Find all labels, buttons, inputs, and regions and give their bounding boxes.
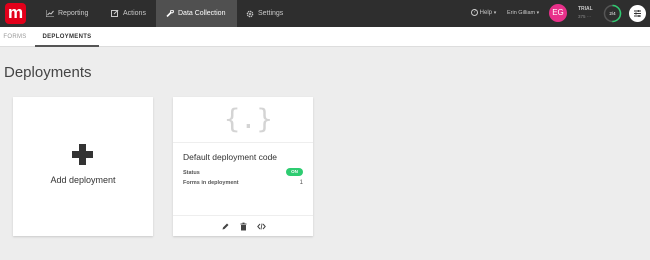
pencil-icon[interactable] (221, 222, 230, 231)
status-toggle[interactable]: ON (286, 168, 303, 176)
gear-icon (246, 10, 254, 17)
question-icon: ? (471, 8, 478, 16)
tab-deployments[interactable]: DEPLOYMENTS (35, 27, 99, 47)
help-menu[interactable]: ? Help ▾ (471, 0, 496, 27)
deployment-title: Default deployment code (183, 152, 278, 162)
nav-actions-label: Actions (123, 10, 146, 17)
nav-data-collection[interactable]: Data Collection (156, 0, 237, 27)
trial-label: TRIAL (578, 6, 593, 12)
top-navigation-bar: m Reporting Actions Data Collection Sett… (0, 0, 650, 27)
sliders-button[interactable] (629, 5, 646, 22)
sub-tab-bar: FORMS DEPLOYMENTS (0, 27, 650, 47)
plus-icon (72, 144, 93, 165)
sliders-icon (634, 10, 641, 17)
trial-progress-ring[interactable]: 2/4 (603, 4, 622, 23)
help-label: Help (479, 10, 493, 16)
tab-forms[interactable]: FORMS (3, 27, 27, 47)
chevron-down-icon: ▾ (536, 10, 540, 16)
brand-logo[interactable]: m (5, 3, 26, 24)
deployment-card[interactable]: {.} Default deployment code Status ON Fo… (173, 97, 313, 236)
forms-count: 1 (299, 180, 303, 186)
user-menu[interactable]: Erin Gilliam ▾ (507, 0, 539, 27)
add-deployment-label: Add deployment (50, 175, 116, 185)
status-label: Status (183, 170, 200, 176)
page-title: Deployments (4, 64, 92, 81)
nav-settings[interactable]: Settings (246, 0, 296, 27)
add-deployment-card[interactable]: Add deployment (13, 97, 153, 236)
nav-data-collection-label: Data Collection (178, 10, 226, 17)
wrench-icon (166, 10, 174, 17)
code-braces-icon: {.} (224, 104, 273, 135)
card-divider (173, 142, 313, 143)
edit-icon (111, 10, 119, 17)
trial-ring-text: 2/4 (609, 11, 616, 16)
nav-reporting-label: Reporting (58, 10, 89, 17)
avatar[interactable]: EG (549, 4, 567, 22)
chart-icon (46, 10, 54, 17)
nav-actions[interactable]: Actions (111, 0, 161, 27)
user-name: Erin Gilliam (507, 10, 536, 16)
card-actions (173, 215, 313, 236)
trash-icon[interactable] (239, 222, 248, 231)
trial-sub-label: 375 ··· (578, 14, 592, 19)
forms-in-deployment-label: Forms in deployment (183, 180, 239, 186)
code-icon[interactable] (257, 222, 266, 231)
nav-settings-label: Settings (258, 10, 284, 17)
chevron-down-icon: ▾ (493, 10, 497, 16)
